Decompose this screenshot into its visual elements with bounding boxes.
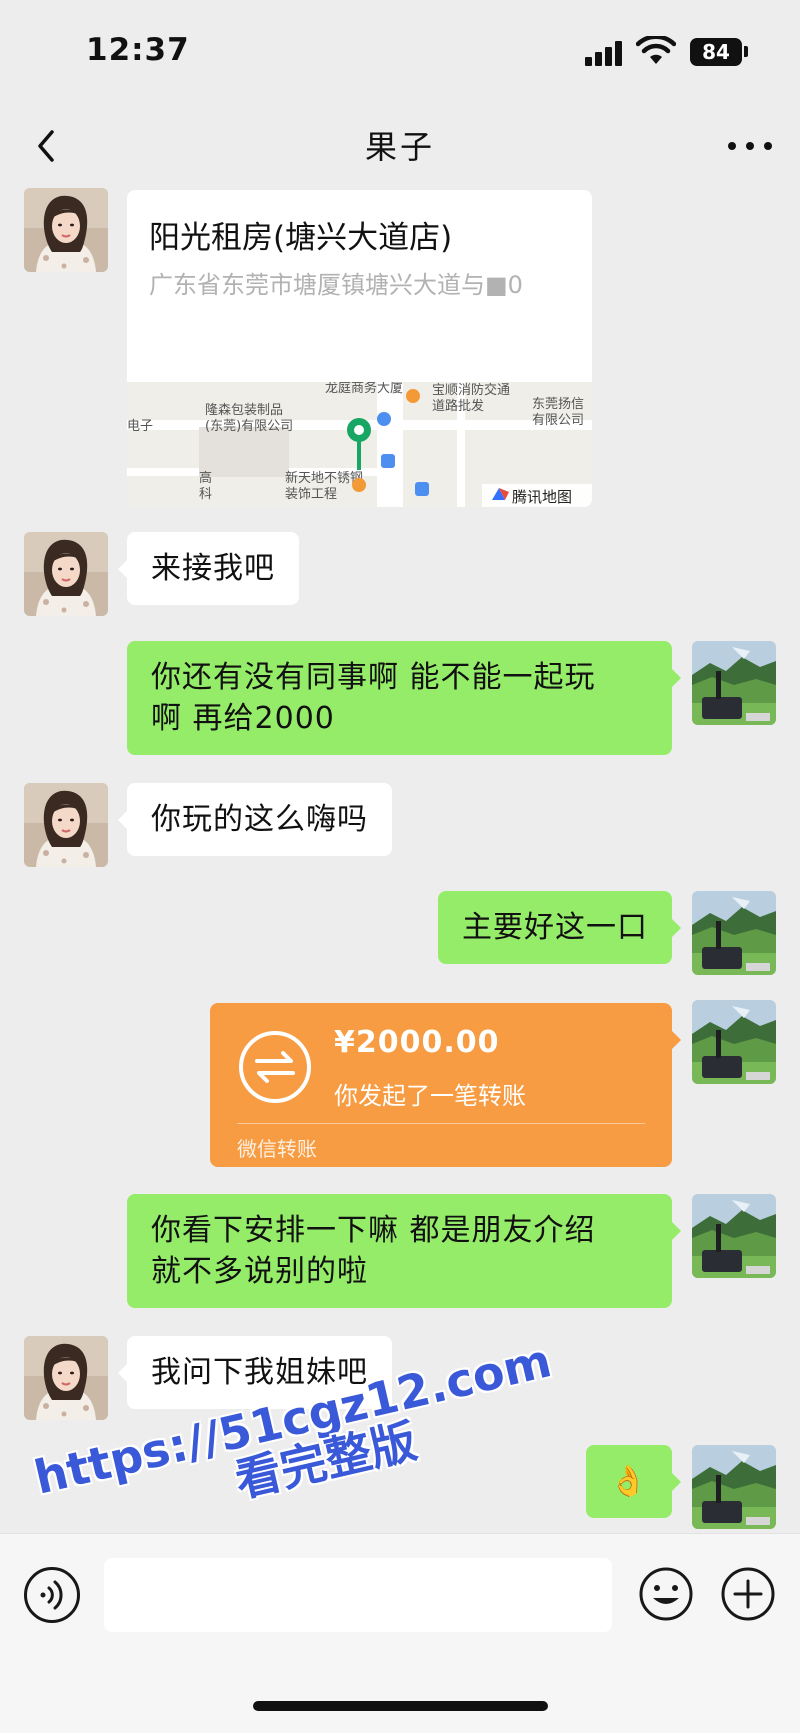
map-label: (东莞)有限公司 [205, 419, 293, 434]
map-provider-label: 腾讯地图 [512, 488, 572, 506]
contact-avatar[interactable] [24, 532, 108, 616]
transfer-divider [237, 1123, 645, 1124]
message-text-line: 你还有没有同事啊 能不能一起玩 [151, 660, 596, 695]
map-label: 道路批发 [432, 398, 484, 414]
more-options-icon[interactable] [728, 142, 772, 154]
cellular-signal-icon [585, 40, 623, 66]
message-input[interactable] [104, 1558, 612, 1632]
voice-input-icon[interactable] [24, 1567, 80, 1623]
transfer-description: 你发起了一笔转账 [334, 1082, 526, 1110]
message-text: 我问下我姐妹吧 [151, 1355, 368, 1390]
message-bubble-incoming[interactable]: 来接我吧 [118, 532, 299, 605]
transfer-arrows-icon [239, 1031, 311, 1103]
location-map: 龙庭商务大厦 宝顺消防交通 道路批发 东莞扬信 有限公司 隆森包装制品 (东莞)… [127, 382, 592, 507]
message-bubble-outgoing[interactable]: 主要好这一口 [438, 891, 681, 964]
message-bubble-incoming[interactable]: 我问下我姐妹吧 [118, 1336, 392, 1409]
chat-header: 果子 [0, 100, 800, 185]
status-time: 12:37 [86, 32, 190, 68]
map-label: 装饰工程 [285, 487, 337, 502]
home-indicator[interactable] [253, 1701, 548, 1711]
plus-icon[interactable] [720, 1566, 776, 1622]
map-label: 电子 [127, 419, 153, 434]
map-label: 新天地不锈钢 [285, 470, 363, 486]
transfer-amount: ¥2000.00 [334, 1025, 500, 1060]
map-label: 隆森包装制品 [205, 403, 283, 418]
message-text: 主要好这一口 [462, 910, 648, 945]
message-text: 你玩的这么嗨吗 [151, 802, 368, 837]
battery-icon: 84 [690, 38, 742, 66]
my-avatar[interactable] [692, 1194, 776, 1278]
emoji-icon[interactable] [638, 1566, 694, 1622]
transfer-card[interactable]: ¥2000.00 你发起了一笔转账 微信转账 [210, 1003, 681, 1167]
location-card[interactable]: 阳光租房(塘兴大道店) 广东省东莞市塘厦镇塘兴大道与■0 龙庭商务大厦 宝顺消防… [127, 190, 592, 507]
message-bubble-outgoing[interactable]: 👌 [586, 1445, 681, 1518]
map-label: 龙庭商务大厦 [325, 382, 403, 396]
battery-nub [744, 46, 748, 57]
ok-hand-emoji: 👌 [609, 1464, 649, 1499]
message-bubble-incoming[interactable]: 你玩的这么嗨吗 [118, 783, 392, 856]
contact-avatar[interactable] [24, 783, 108, 867]
map-label: 东莞扬信 [532, 397, 584, 412]
my-avatar[interactable] [692, 1000, 776, 1084]
contact-avatar[interactable] [24, 1336, 108, 1420]
message-text-line: 啊 再给2000 [151, 701, 335, 736]
message-text-line: 就不多说别的啦 [151, 1254, 368, 1289]
map-label: 有限公司 [532, 413, 584, 428]
location-name: 阳光租房(塘兴大道店) [149, 220, 453, 256]
my-avatar[interactable] [692, 1445, 776, 1529]
message-text-line: 你看下安排一下嘛 都是朋友介绍 [151, 1213, 596, 1248]
message-text: 来接我吧 [151, 551, 275, 586]
map-label: 科 [199, 487, 212, 502]
location-address: 广东省东莞市塘厦镇塘兴大道与■0 [149, 271, 523, 299]
contact-avatar[interactable] [24, 188, 108, 272]
wifi-icon [636, 36, 676, 64]
status-bar: 12:37 84 [0, 0, 800, 100]
message-bubble-outgoing[interactable]: 你还有没有同事啊 能不能一起玩 啊 再给2000 [127, 641, 681, 755]
map-label: 宝顺消防交通 [432, 382, 510, 398]
my-avatar[interactable] [692, 891, 776, 975]
my-avatar[interactable] [692, 641, 776, 725]
chat-title: 果子 [364, 128, 435, 166]
map-label: 高 [199, 470, 212, 486]
transfer-brand-label: 微信转账 [237, 1137, 317, 1161]
message-bubble-outgoing[interactable]: 你看下安排一下嘛 都是朋友介绍 就不多说别的啦 [127, 1194, 681, 1308]
